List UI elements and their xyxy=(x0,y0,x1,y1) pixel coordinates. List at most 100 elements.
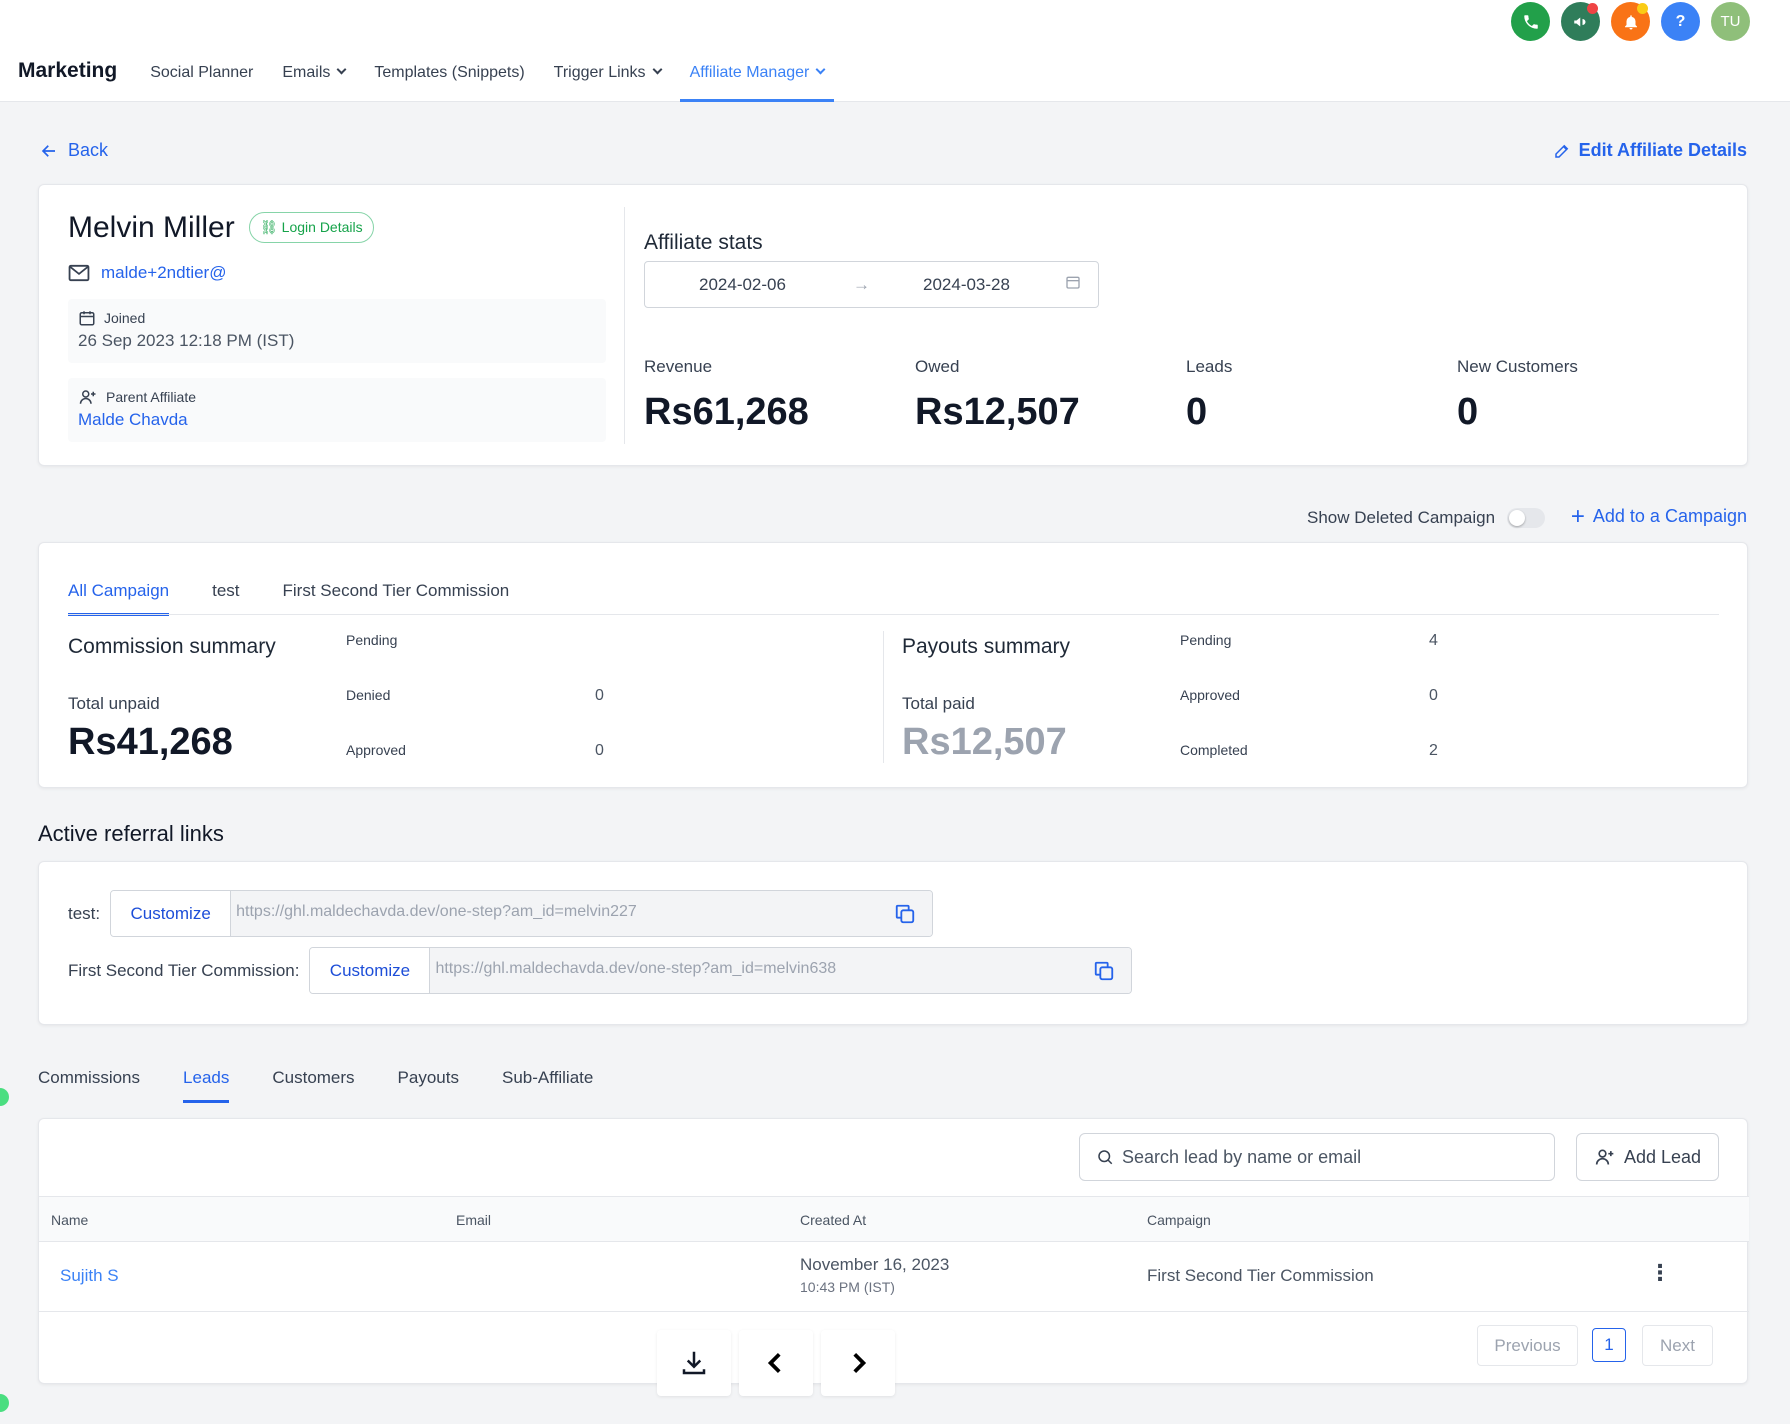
calendar-icon xyxy=(79,311,95,326)
chevron-right-icon[interactable] xyxy=(821,1330,895,1396)
next-page-button[interactable]: Next xyxy=(1642,1325,1713,1366)
table-header: Name Email Created At Campaign xyxy=(39,1196,1749,1242)
joined-value: 26 Sep 2023 12:18 PM (IST) xyxy=(78,331,295,350)
campaign-summary-card: All Campaign test First Second Tier Comm… xyxy=(38,542,1748,788)
divider xyxy=(624,207,625,444)
search-icon xyxy=(1098,1150,1113,1165)
customize-button[interactable]: Customize xyxy=(310,948,431,993)
email-link[interactable]: malde+2ndtier@ xyxy=(68,263,226,283)
search-input[interactable]: Search lead by name or email xyxy=(1079,1133,1555,1181)
affiliate-name: Melvin Miller xyxy=(68,211,235,244)
tab-sub-affiliate[interactable]: Sub-Affiliate xyxy=(502,1068,593,1103)
chevron-left-icon[interactable] xyxy=(739,1330,813,1396)
brand-title: Marketing xyxy=(18,59,118,82)
divider xyxy=(68,614,1719,615)
stats-title: Affiliate stats xyxy=(644,231,763,254)
date-from: 2024-02-06 xyxy=(699,275,786,294)
stat-leads: Leads 0 xyxy=(1186,357,1233,433)
bell-icon[interactable] xyxy=(1611,2,1650,41)
tab-payouts[interactable]: Payouts xyxy=(398,1068,459,1103)
tab-first-second-tier[interactable]: First Second Tier Commission xyxy=(283,581,510,616)
megaphone-icon[interactable] xyxy=(1561,2,1600,41)
total-unpaid-label: Total unpaid xyxy=(68,694,160,713)
total-unpaid-value: Rs41,268 xyxy=(68,721,233,763)
copy-icon[interactable] xyxy=(894,903,916,925)
plus-icon: + xyxy=(1570,502,1585,530)
referral-url[interactable]: https://ghl.maldechavda.dev/one-step?am_… xyxy=(430,948,1132,993)
phone-icon[interactable] xyxy=(1511,2,1550,41)
nav-emails[interactable]: Emails xyxy=(282,56,347,102)
page-number-button[interactable]: 1 xyxy=(1592,1328,1626,1362)
referral-url[interactable]: https://ghl.maldechavda.dev/one-step?am_… xyxy=(231,891,933,936)
calendar-icon xyxy=(1065,274,1081,295)
download-icon[interactable] xyxy=(657,1330,731,1396)
more-options-icon[interactable]: ⋮ xyxy=(1649,1260,1671,1286)
payout-completed-value: 2 xyxy=(1429,742,1438,759)
commission-approved-value: 0 xyxy=(595,742,604,759)
add-to-campaign-button[interactable]: + Add to a Campaign xyxy=(1570,502,1747,530)
lead-campaign: First Second Tier Commission xyxy=(1147,1266,1374,1285)
status-dot xyxy=(0,1088,9,1106)
lead-name-link[interactable]: Sujith S xyxy=(60,1266,119,1286)
total-paid-value: Rs12,507 xyxy=(902,721,1067,763)
column-header: Campaign xyxy=(1147,1212,1211,1228)
chevron-down-icon xyxy=(336,64,347,75)
nav-templates[interactable]: Templates (Snippets) xyxy=(374,56,524,102)
campaign-tabs: All Campaign test First Second Tier Comm… xyxy=(68,581,509,616)
stat-owed: Owed Rs12,507 xyxy=(915,357,1080,433)
payout-completed-label: Completed xyxy=(1180,742,1248,758)
tab-test[interactable]: test xyxy=(212,581,239,616)
joined-box: Joined 26 Sep 2023 12:18 PM (IST) xyxy=(68,299,606,363)
referral-row-test: test: Customize https://ghl.maldechavda.… xyxy=(68,890,934,937)
customize-button[interactable]: Customize xyxy=(111,891,232,936)
show-deleted-campaign: Show Deleted Campaign xyxy=(1307,508,1546,528)
nav-trigger-links[interactable]: Trigger Links xyxy=(554,56,663,102)
commission-approved-label: Approved xyxy=(346,742,406,758)
pencil-icon xyxy=(1554,144,1568,158)
floating-toolbar xyxy=(657,1330,895,1396)
commission-denied-label: Denied xyxy=(346,687,391,703)
avatar[interactable]: TU xyxy=(1711,2,1750,41)
date-to: 2024-03-28 xyxy=(923,275,1010,294)
back-link[interactable]: Back xyxy=(40,140,108,161)
mail-icon xyxy=(68,264,90,282)
lead-created-time: 10:43 PM (IST) xyxy=(800,1279,895,1295)
payout-approved-label: Approved xyxy=(1180,687,1240,703)
referral-link-box: Customize https://ghl.maldechavda.dev/on… xyxy=(309,947,1133,994)
date-range-picker[interactable]: 2024-02-06 → 2024-03-28 xyxy=(644,261,1099,308)
arrow-right-icon: → xyxy=(853,275,870,294)
tab-leads[interactable]: Leads xyxy=(183,1068,230,1103)
column-header: Name xyxy=(51,1212,89,1228)
edit-affiliate-button[interactable]: Edit Affiliate Details xyxy=(1553,140,1747,161)
table-row: Sujith S November 16, 2023 10:43 PM (IST… xyxy=(39,1242,1749,1312)
referral-link-box: Customize https://ghl.maldechavda.dev/on… xyxy=(110,890,934,937)
search-placeholder: Search lead by name or email xyxy=(1122,1146,1362,1167)
referral-label: test: xyxy=(68,903,101,923)
affiliate-profile-card: Melvin Miller ⛓ Login Details malde+2ndt… xyxy=(38,184,1748,466)
commission-summary-title: Commission summary xyxy=(68,635,276,658)
login-details-badge[interactable]: ⛓ Login Details xyxy=(249,212,374,243)
parent-affiliate-link[interactable]: Malde Chavda xyxy=(78,410,596,430)
lead-created-date: November 16, 2023 xyxy=(800,1255,950,1274)
chevron-down-icon xyxy=(815,64,826,75)
detail-tabs: Commissions Leads Customers Payouts Sub-… xyxy=(38,1068,593,1103)
joined-label: Joined xyxy=(104,310,146,326)
payout-approved-value: 0 xyxy=(1429,687,1438,704)
referral-links-title: Active referral links xyxy=(38,821,224,846)
nav-affiliate-manager[interactable]: Affiliate Manager xyxy=(679,56,835,102)
add-lead-button[interactable]: Add Lead xyxy=(1576,1133,1719,1181)
copy-icon[interactable] xyxy=(1093,960,1115,982)
chevron-down-icon xyxy=(652,64,663,75)
previous-page-button[interactable]: Previous xyxy=(1477,1325,1578,1366)
help-icon[interactable]: ? xyxy=(1661,2,1700,41)
show-deleted-toggle[interactable] xyxy=(1507,508,1546,528)
tab-all-campaign[interactable]: All Campaign xyxy=(68,581,170,616)
referral-label: First Second Tier Commission: xyxy=(68,960,300,980)
tab-customers[interactable]: Customers xyxy=(272,1068,354,1103)
top-icons: ? TU xyxy=(1511,2,1750,41)
payout-pending-label: Pending xyxy=(1180,632,1232,648)
user-plus-icon xyxy=(79,390,96,404)
nav-social-planner[interactable]: Social Planner xyxy=(150,56,253,102)
status-dot xyxy=(0,1394,9,1412)
tab-commissions[interactable]: Commissions xyxy=(38,1068,140,1103)
